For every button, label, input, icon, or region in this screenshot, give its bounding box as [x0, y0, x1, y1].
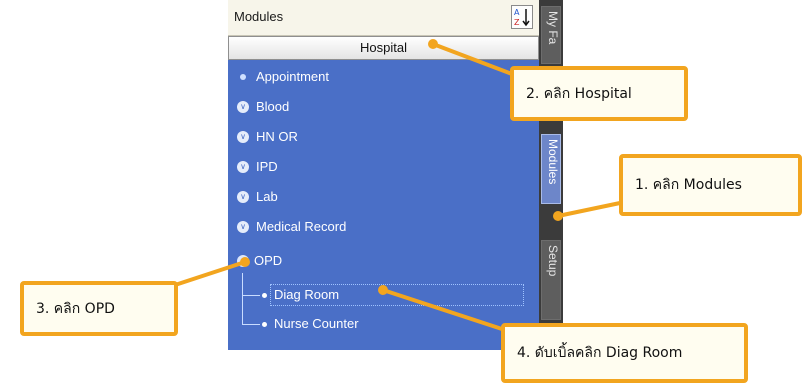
arrow-dot [428, 39, 438, 49]
callout-step1: 1. คลิก Modules [619, 154, 802, 216]
callout-text: 4. ดับเบิ้ลคลิก Diag Room [517, 345, 683, 361]
arrow-dot [240, 257, 250, 267]
arrow-step1 [556, 201, 622, 218]
callout-step3: 3. คลิก OPD [20, 281, 178, 336]
callout-text: 1. คลิก Modules [635, 177, 742, 193]
arrow-dot [553, 211, 563, 221]
callout-step2: 2. คลิก Hospital [510, 66, 688, 121]
callout-text: 2. คลิก Hospital [526, 85, 632, 102]
callout-step4: 4. ดับเบิ้ลคลิก Diag Room [501, 323, 748, 383]
arrow-step4 [381, 288, 507, 332]
arrow-step3 [173, 260, 247, 287]
callout-text: 3. คลิก OPD [36, 300, 115, 317]
arrow-step2 [431, 42, 514, 76]
arrow-dot [378, 285, 388, 295]
